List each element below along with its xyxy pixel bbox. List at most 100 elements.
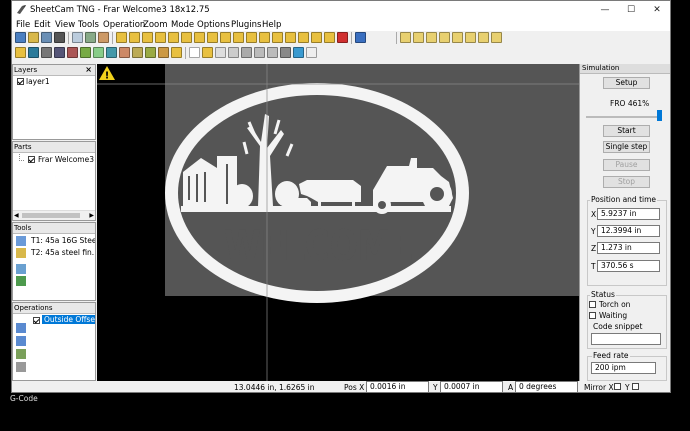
show-origin-icon[interactable] [171, 47, 182, 58]
hole-op-icon[interactable] [285, 32, 296, 43]
close-icon[interactable]: × [85, 65, 92, 75]
add-tool-icon[interactable] [16, 264, 26, 274]
maximize-button[interactable]: ☐ [618, 1, 644, 19]
open-icon[interactable] [28, 32, 39, 43]
nest-icon[interactable] [280, 47, 291, 58]
tab-icon[interactable] [254, 47, 265, 58]
scroll-right-icon[interactable]: ▶ [89, 212, 94, 219]
outside-offset-op-icon[interactable] [168, 32, 179, 43]
calculator-icon[interactable] [72, 32, 83, 43]
run-postprocessor-sim-icon[interactable] [306, 47, 317, 58]
setup-button[interactable]: Setup [603, 77, 650, 89]
move-up-icon[interactable] [16, 323, 26, 333]
pos-y-input[interactable]: 0.0007 in [440, 381, 503, 392]
show-table-icon[interactable] [158, 47, 169, 58]
start-point-op-icon[interactable] [233, 32, 244, 43]
inside-offset-op-icon[interactable] [181, 32, 192, 43]
zoom-part-icon[interactable] [439, 32, 450, 43]
zoom-out-icon[interactable] [413, 32, 424, 43]
simulate-icon[interactable] [293, 47, 304, 58]
save-icon[interactable] [41, 32, 52, 43]
tool-item-2[interactable]: T2: 45a steel fin... [31, 248, 95, 257]
pos-x-input[interactable]: 0.0016 in [366, 381, 429, 392]
pause-button[interactable]: Pause [603, 159, 650, 171]
drill-op-icon[interactable] [194, 32, 205, 43]
tool-table-icon[interactable] [98, 32, 109, 43]
single-step-button[interactable]: Single step [603, 141, 650, 153]
front-view-icon[interactable] [67, 47, 78, 58]
layer-item-label[interactable]: layer1 [26, 77, 50, 86]
tool-item-1[interactable]: T1: 45a 16G Steel... [31, 236, 95, 245]
run-postprocessor-icon[interactable] [85, 32, 96, 43]
zoom-all-icon[interactable] [452, 32, 463, 43]
select-part-icon[interactable] [202, 47, 213, 58]
side-view-icon[interactable] [54, 47, 65, 58]
add-tool-icon[interactable] [142, 32, 153, 43]
disable-op-icon[interactable] [298, 32, 309, 43]
operation-settings-icon[interactable] [16, 349, 26, 359]
select-arrow-icon[interactable] [189, 47, 200, 58]
show-rapids-icon[interactable] [93, 47, 104, 58]
part-checkbox[interactable] [28, 156, 35, 163]
pocket-op-icon[interactable] [207, 32, 218, 43]
mirror-x-checkbox[interactable] [614, 383, 621, 390]
angle-input[interactable]: 0 degrees [515, 381, 578, 392]
add-layer-icon[interactable] [116, 32, 127, 43]
delete-op-icon[interactable] [337, 32, 348, 43]
menu-zoom[interactable]: Zoom [143, 20, 168, 30]
menu-mode[interactable]: Mode [171, 20, 194, 30]
menu-operation[interactable]: Operation [103, 20, 145, 30]
3d-view-icon[interactable] [28, 47, 39, 58]
zoom-in-icon[interactable] [400, 32, 411, 43]
enable-op-icon[interactable] [311, 32, 322, 43]
edit-tool-icon[interactable] [16, 276, 26, 286]
menu-help[interactable]: Help [262, 20, 281, 30]
show-leads-icon[interactable] [106, 47, 117, 58]
edit-tool-icon[interactable] [155, 32, 166, 43]
menu-tools[interactable]: Tools [78, 20, 99, 30]
code-snippet-op-icon[interactable] [259, 32, 270, 43]
operation-item-label[interactable]: Outside Offse... [42, 315, 95, 324]
drawing-canvas[interactable]: WELCOME ! [97, 64, 579, 381]
menu-edit[interactable]: Edit [34, 20, 50, 30]
operation-list-icon[interactable] [16, 362, 26, 372]
scroll-left-icon[interactable]: ◀ [14, 212, 19, 219]
fro-slider-thumb[interactable] [657, 110, 662, 121]
operation-checkbox[interactable] [33, 317, 40, 324]
add-part-icon[interactable] [129, 32, 140, 43]
close-button[interactable]: ✕ [644, 1, 670, 19]
new-icon[interactable] [15, 32, 26, 43]
menu-view[interactable]: View [55, 20, 75, 30]
show-tool-icon[interactable] [119, 47, 130, 58]
zoom-previous-icon[interactable] [491, 32, 502, 43]
layer-icon[interactable] [15, 47, 26, 58]
on-line-op-icon[interactable] [220, 32, 231, 43]
move-origin-icon[interactable] [228, 47, 239, 58]
minimize-button[interactable]: — [592, 1, 618, 19]
show-grid-icon[interactable] [145, 47, 156, 58]
horizontal-scrollbar[interactable]: ◀ ▶ [13, 210, 95, 220]
measure-icon[interactable] [241, 47, 252, 58]
show-numbers-icon[interactable] [132, 47, 143, 58]
start-button[interactable]: Start [603, 125, 650, 137]
start-point-icon[interactable] [267, 47, 278, 58]
mirror-y-checkbox[interactable] [632, 383, 639, 390]
rotate-icon[interactable] [215, 47, 226, 58]
zoom-table-icon[interactable] [478, 32, 489, 43]
lead-in-op-icon[interactable] [272, 32, 283, 43]
zoom-extents-icon[interactable] [465, 32, 476, 43]
undo-icon[interactable] [355, 32, 366, 43]
show-paths-icon[interactable] [80, 47, 91, 58]
menu-plugins[interactable]: Plugins [231, 20, 261, 30]
move-down-icon[interactable] [16, 336, 26, 346]
top-view-icon[interactable] [41, 47, 52, 58]
layer-checkbox[interactable] [17, 78, 24, 85]
menu-file[interactable]: File [16, 20, 30, 30]
part-item-label[interactable]: Frar Welcome3 1 [38, 155, 95, 164]
print-icon[interactable] [54, 32, 65, 43]
warning-icon[interactable]: ! [99, 66, 115, 80]
scrollbar-thumb[interactable] [22, 213, 80, 218]
engrave-op-icon[interactable] [246, 32, 257, 43]
zoom-window-icon[interactable] [426, 32, 437, 43]
stop-button[interactable]: Stop [603, 176, 650, 188]
